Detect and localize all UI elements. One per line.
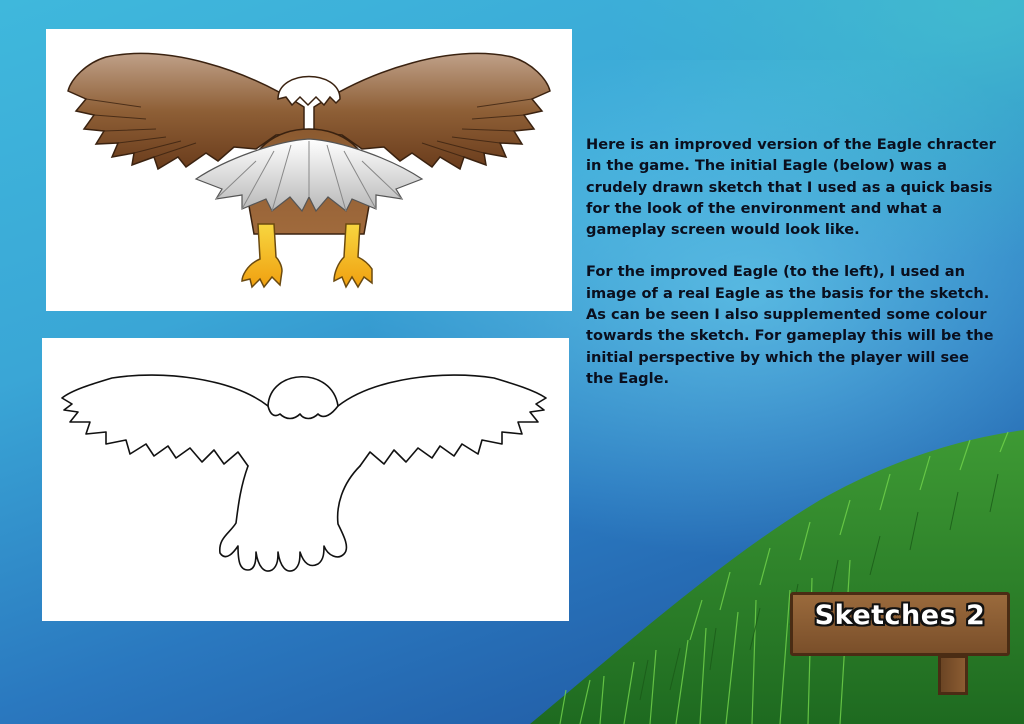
sign-post bbox=[938, 655, 968, 695]
description-paragraph-2: For the improved Eagle (to the left), I … bbox=[586, 263, 994, 387]
colored-eagle-illustration bbox=[67, 52, 551, 289]
description-text: Here is an improved version of the Eagle… bbox=[586, 134, 1001, 410]
sketch-eagle-illustration bbox=[61, 374, 547, 572]
sign-title: Sketches 2 bbox=[814, 600, 986, 631]
sketch-eagle-panel bbox=[42, 338, 569, 621]
colored-eagle-panel bbox=[46, 29, 572, 311]
description-paragraph-1: Here is an improved version of the Eagle… bbox=[586, 136, 996, 239]
